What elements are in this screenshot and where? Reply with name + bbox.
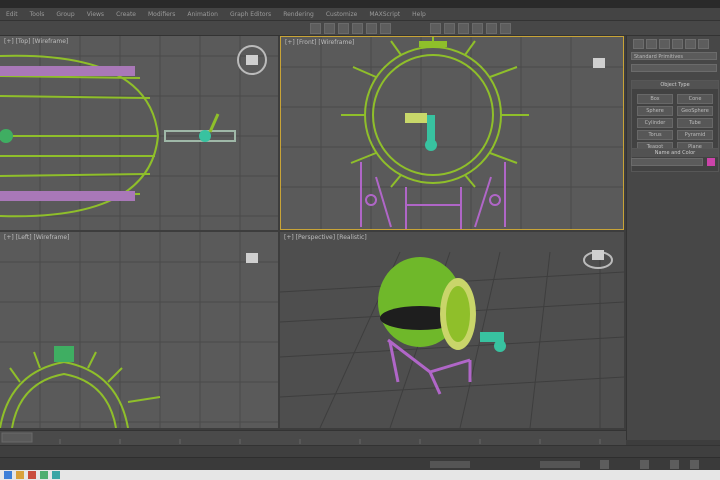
menu-item-graph-editors[interactable]: Graph Editors xyxy=(224,11,277,18)
menu-item-tools[interactable]: Tools xyxy=(24,11,51,18)
viewport-label-front[interactable]: [+] [Front] [Wireframe] xyxy=(285,39,354,46)
menu-bar: Edit Tools Group Views Create Modifiers … xyxy=(0,8,720,21)
create-tab-icon[interactable] xyxy=(633,39,644,49)
snap-tool-icon[interactable] xyxy=(366,23,377,34)
mirror-tool-icon[interactable] xyxy=(380,23,391,34)
main-toolbar xyxy=(0,21,720,36)
name-color-header[interactable]: Name and Color xyxy=(632,149,718,157)
torus-button[interactable]: Torus xyxy=(637,130,673,140)
cone-button[interactable]: Cone xyxy=(677,94,713,104)
object-name-input[interactable] xyxy=(631,158,703,166)
viewport-label-left[interactable]: [+] [Left] [Wireframe] xyxy=(4,234,69,241)
select-tool-icon[interactable] xyxy=(310,23,321,34)
move-tool-icon[interactable] xyxy=(324,23,335,34)
object-color-swatch[interactable] xyxy=(707,158,715,166)
zoom-icon[interactable] xyxy=(670,460,679,469)
tube-button[interactable]: Tube xyxy=(677,118,713,128)
box-button[interactable]: Box xyxy=(637,94,673,104)
command-panel: Standard Primitives Object Type Box Cone… xyxy=(626,36,720,440)
viewport-perspective[interactable]: [+] [Perspective] [Realistic] xyxy=(280,232,624,428)
menu-item-views[interactable]: Views xyxy=(81,11,110,18)
scale-tool-icon[interactable] xyxy=(352,23,363,34)
align-tool-icon[interactable] xyxy=(430,23,441,34)
menu-item-rendering[interactable]: Rendering xyxy=(277,11,320,18)
menu-item-animation[interactable]: Animation xyxy=(181,11,224,18)
menu-item-maxscript[interactable]: MAXScript xyxy=(363,11,406,18)
app-icon[interactable] xyxy=(40,471,48,479)
modify-tab-icon[interactable] xyxy=(646,39,657,49)
viewcube-front-icon xyxy=(593,58,605,68)
os-taskbar xyxy=(0,470,720,480)
pan-icon[interactable] xyxy=(690,460,699,469)
menu-item-edit[interactable]: Edit xyxy=(0,11,24,18)
viewport-label-perspective[interactable]: [+] [Perspective] [Realistic] xyxy=(284,234,367,241)
render-icon[interactable] xyxy=(500,23,511,34)
explorer-icon[interactable] xyxy=(16,471,24,479)
viewport-front-canvas xyxy=(281,37,623,229)
motion-tab-icon[interactable] xyxy=(672,39,683,49)
viewcube-top-icon xyxy=(237,45,267,75)
title-bar xyxy=(0,0,720,8)
geosphere-button[interactable]: GeoSphere xyxy=(677,106,713,116)
time-slider[interactable] xyxy=(0,430,626,445)
grid-field[interactable] xyxy=(540,461,580,468)
play-button-icon[interactable] xyxy=(600,460,609,469)
viewcube-left-icon xyxy=(246,253,258,263)
hierarchy-tab-icon[interactable] xyxy=(659,39,670,49)
material-editor-icon[interactable] xyxy=(472,23,483,34)
viewport-left-canvas xyxy=(0,232,278,428)
key-mode-icon[interactable] xyxy=(640,460,649,469)
curve-editor-icon[interactable] xyxy=(458,23,469,34)
coordinate-field[interactable] xyxy=(430,461,470,468)
viewport-top[interactable]: [+] [Top] [Wireframe] xyxy=(0,36,278,230)
subcategory-dropdown[interactable] xyxy=(631,64,717,72)
category-dropdown[interactable]: Standard Primitives xyxy=(631,52,717,60)
menu-item-help[interactable]: Help xyxy=(406,11,432,18)
viewport-label-top[interactable]: [+] [Top] [Wireframe] xyxy=(4,38,68,45)
status-bar xyxy=(0,457,720,471)
menu-item-customize[interactable]: Customize xyxy=(320,11,364,18)
start-icon[interactable] xyxy=(4,471,12,479)
menu-item-modifiers[interactable]: Modifiers xyxy=(142,11,181,18)
render-setup-icon[interactable] xyxy=(486,23,497,34)
3dsmax-taskbar-icon[interactable] xyxy=(52,471,60,479)
utilities-tab-icon[interactable] xyxy=(698,39,709,49)
sphere-button[interactable]: Sphere xyxy=(637,106,673,116)
browser-icon[interactable] xyxy=(28,471,36,479)
pyramid-button[interactable]: Pyramid xyxy=(677,130,713,140)
object-type-header[interactable]: Object Type xyxy=(632,81,718,89)
display-tab-icon[interactable] xyxy=(685,39,696,49)
menu-item-create[interactable]: Create xyxy=(110,11,142,18)
viewcube-perspective-icon xyxy=(583,250,613,269)
command-panel-tabs xyxy=(633,39,709,49)
viewport-top-canvas xyxy=(0,36,278,230)
viewport-front[interactable]: [+] [Front] [Wireframe] xyxy=(280,36,624,230)
menu-item-group[interactable]: Group xyxy=(50,11,80,18)
layer-tool-icon[interactable] xyxy=(444,23,455,34)
time-slider-ticks xyxy=(1,432,601,444)
rotate-tool-icon[interactable] xyxy=(338,23,349,34)
viewport-left[interactable]: [+] [Left] [Wireframe] xyxy=(0,232,278,428)
viewport-perspective-canvas xyxy=(280,250,624,428)
cylinder-button[interactable]: Cylinder xyxy=(637,118,673,128)
